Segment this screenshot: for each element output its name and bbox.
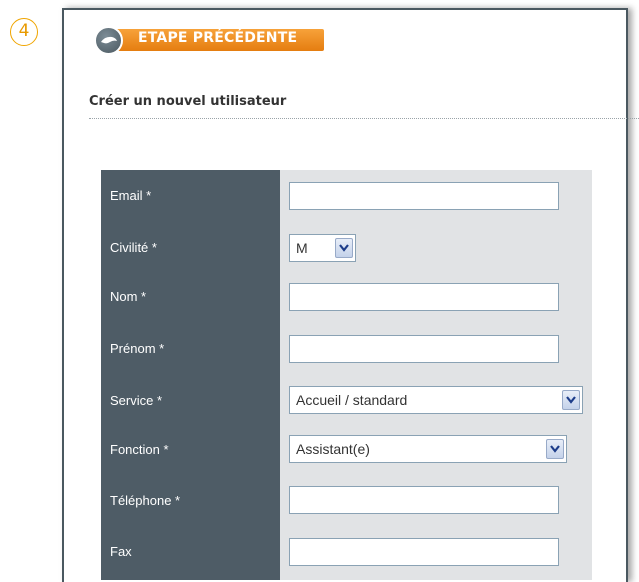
phone-label: Téléphone * <box>110 493 181 508</box>
service-value: Accueil / standard <box>296 392 408 408</box>
first-name-field[interactable] <box>289 335 559 363</box>
function-label: Fonction * <box>110 442 169 457</box>
function-value: Assistant(e) <box>296 441 370 457</box>
service-select[interactable]: Accueil / standard <box>289 386 583 414</box>
label-column <box>101 170 280 580</box>
previous-step-label: ETAPE PRÉCÉDENTE <box>138 30 298 46</box>
fax-field[interactable] <box>289 538 559 566</box>
chevron-down-icon[interactable] <box>546 439 564 459</box>
step-number-badge: 4 <box>10 18 38 46</box>
chevron-down-icon[interactable] <box>335 238 353 258</box>
last-name-field[interactable] <box>289 283 559 311</box>
civility-label: Civilité * <box>110 240 157 255</box>
chevron-down-icon[interactable] <box>562 390 580 410</box>
fax-label: Fax <box>110 544 132 559</box>
phone-field[interactable] <box>289 486 559 514</box>
civility-value: M <box>296 240 308 256</box>
function-select[interactable]: Assistant(e) <box>289 435 567 463</box>
service-label: Service * <box>110 393 163 408</box>
dolphin-circle-icon <box>94 26 123 55</box>
civility-select[interactable]: M <box>289 234 356 262</box>
previous-step-button[interactable]: ETAPE PRÉCÉDENTE <box>94 26 324 55</box>
title-divider <box>89 118 639 119</box>
last-name-label: Nom * <box>110 289 147 304</box>
email-label: Email * <box>110 188 152 203</box>
page-title: Créer un nouvel utilisateur <box>89 94 287 109</box>
email-field[interactable] <box>289 182 559 210</box>
user-form: Email * Civilité * M Nom * Prénom * Serv… <box>101 170 592 580</box>
first-name-label: Prénom * <box>110 341 165 356</box>
